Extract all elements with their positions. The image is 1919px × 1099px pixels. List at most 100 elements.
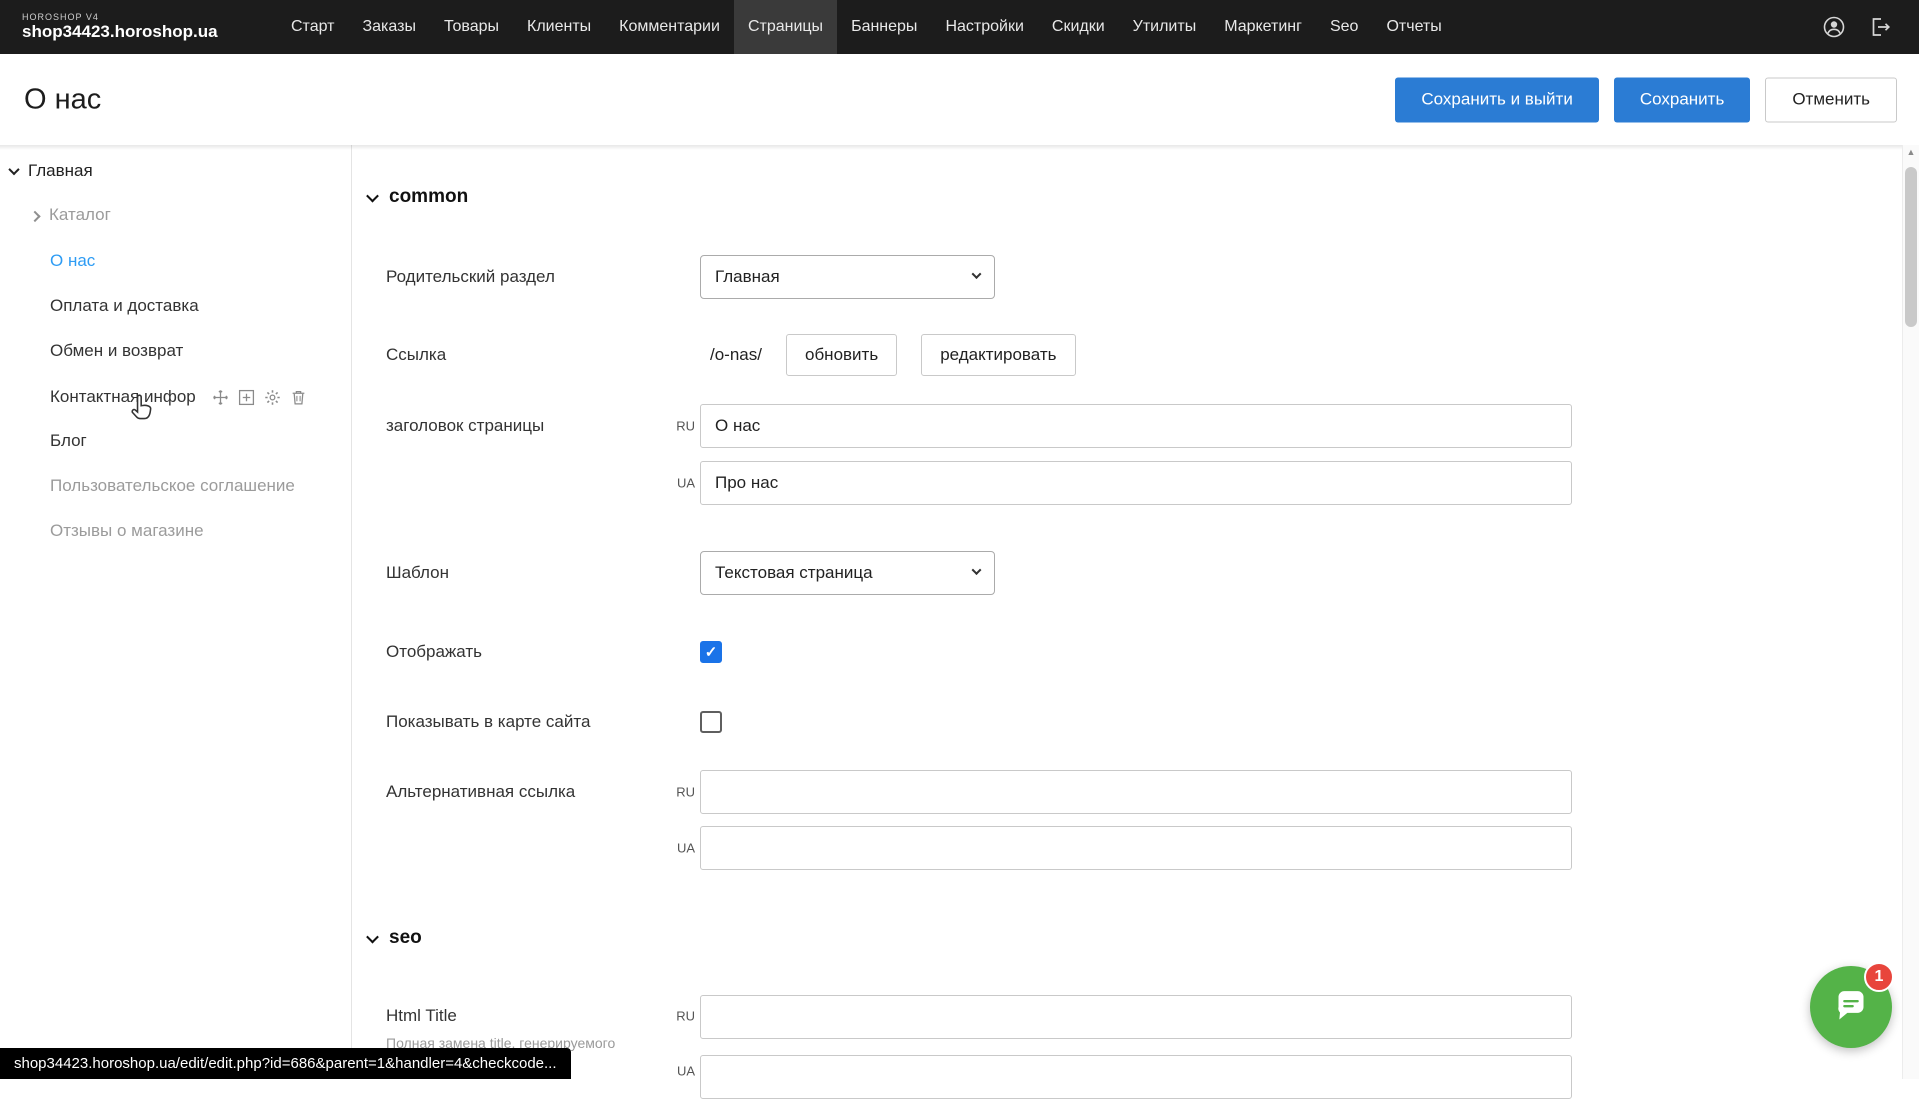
menu-item-pages[interactable]: Страницы	[734, 0, 837, 54]
page-title: О нас	[24, 83, 101, 116]
tree-item-soglashenie[interactable]: Пользовательское соглашение	[50, 476, 295, 496]
tree-item-obmen[interactable]: Обмен и возврат	[50, 341, 183, 361]
header-buttons: Сохранить и выйти Сохранить Отменить	[1395, 77, 1897, 122]
link-row: /o-nas/ обновить редактировать	[710, 334, 1076, 376]
template-select[interactable]: Текстовая страница	[700, 551, 995, 595]
menu-item-settings[interactable]: Настройки	[931, 0, 1037, 54]
topbar: HOROSHOP V4 shop34423.horoshop.ua Старт …	[0, 0, 1919, 54]
page-title-label: заголовок страницы	[386, 416, 544, 436]
page-header: О нас Сохранить и выйти Сохранить Отмени…	[0, 54, 1919, 145]
tree-item-label: О нас	[50, 251, 95, 271]
user-account-icon[interactable]	[1821, 14, 1847, 40]
tree-item-label: Оплата и доставка	[50, 296, 199, 316]
lang-badge-ru: RU	[640, 1009, 695, 1024]
tree-item-actions	[212, 389, 307, 406]
html-title-ru-input[interactable]	[700, 995, 1572, 1039]
scroll-up-icon[interactable]: ▲	[1903, 147, 1919, 157]
menu-item-utilities[interactable]: Утилиты	[1119, 0, 1211, 54]
chevron-down-icon	[972, 565, 982, 575]
menu-item-comments[interactable]: Комментарии	[605, 0, 734, 54]
menu-item-reports[interactable]: Отчеты	[1372, 0, 1455, 54]
menu-item-marketing[interactable]: Маркетинг	[1210, 0, 1316, 54]
display-label: Отображать	[386, 642, 482, 662]
alt-link-label: Альтернативная ссылка	[386, 782, 575, 802]
menu-item-clients[interactable]: Клиенты	[513, 0, 605, 54]
section-common[interactable]: common	[368, 186, 468, 208]
parent-section-label: Родительский раздел	[386, 267, 555, 287]
select-value: Главная	[715, 267, 780, 287]
move-icon[interactable]	[212, 389, 229, 406]
app-logo[interactable]: HOROSHOP V4 shop34423.horoshop.ua	[22, 13, 277, 42]
lang-badge-ua: UA	[640, 841, 695, 856]
chat-widget-button[interactable]: 1	[1810, 966, 1892, 1048]
logout-icon[interactable]	[1867, 14, 1893, 40]
html-title-ua-input[interactable]	[700, 1055, 1572, 1099]
tree-item-otzyvy[interactable]: Отзывы о магазине	[50, 521, 204, 541]
tree-item-label: Пользовательское соглашение	[50, 476, 295, 496]
menu-item-discounts[interactable]: Скидки	[1038, 0, 1119, 54]
link-edit-button[interactable]: редактировать	[921, 334, 1075, 376]
chat-bubble-icon	[1831, 987, 1871, 1027]
trash-icon[interactable]	[290, 389, 307, 406]
link-path-value: /o-nas/	[710, 345, 762, 365]
section-title: common	[389, 186, 468, 208]
section-title: seo	[389, 927, 422, 949]
gear-icon[interactable]	[264, 389, 281, 406]
topbar-right	[1821, 14, 1893, 40]
chat-unread-badge: 1	[1864, 962, 1894, 992]
scrollbar-thumb[interactable]	[1905, 167, 1917, 327]
alt-link-ru-input[interactable]	[700, 770, 1572, 814]
check-icon: ✓	[705, 645, 718, 660]
tree-item-label: Блог	[50, 431, 87, 451]
menu-item-orders[interactable]: Заказы	[348, 0, 429, 54]
vertical-scrollbar: ▲	[1902, 145, 1919, 1079]
lang-badge-ru: RU	[640, 785, 695, 800]
main-menu: Старт Заказы Товары Клиенты Комментарии …	[277, 0, 1456, 54]
sitemap-checkbox[interactable]: ✓	[700, 711, 722, 733]
parent-section-select[interactable]: Главная	[700, 255, 995, 299]
template-label: Шаблон	[386, 563, 449, 583]
page-title-ua-input[interactable]	[700, 461, 1572, 505]
save-button[interactable]: Сохранить	[1614, 77, 1750, 122]
lang-badge-ru: RU	[640, 419, 695, 434]
save-and-exit-button[interactable]: Сохранить и выйти	[1395, 77, 1598, 122]
select-value: Текстовая страница	[715, 563, 873, 583]
sitemap-label: Показывать в карте сайта	[386, 712, 590, 732]
tree-item-oplata[interactable]: Оплата и доставка	[50, 296, 199, 316]
cancel-button[interactable]: Отменить	[1765, 77, 1897, 122]
menu-item-start[interactable]: Старт	[277, 0, 348, 54]
logo-domain: shop34423.horoshop.ua	[22, 23, 277, 42]
lang-badge-ua: UA	[640, 476, 695, 491]
tree-item-kontakty[interactable]: Контактная инфор	[50, 387, 307, 407]
add-page-icon[interactable]	[238, 389, 255, 406]
alt-link-ua-input[interactable]	[700, 826, 1572, 870]
menu-item-products[interactable]: Товары	[430, 0, 513, 54]
tree-item-label: Главная	[28, 161, 93, 181]
tree-item-label: Каталог	[49, 205, 111, 225]
link-label: Ссылка	[386, 345, 446, 365]
html-title-label: Html Title	[386, 1006, 457, 1026]
tree-item-label: Обмен и возврат	[50, 341, 183, 361]
chevron-down-icon	[972, 269, 982, 279]
display-checkbox[interactable]: ✓	[700, 641, 722, 663]
tree-item-glavnaya[interactable]: Главная	[10, 161, 93, 181]
chevron-down-icon	[366, 189, 379, 202]
section-seo[interactable]: seo	[368, 927, 422, 949]
page-title-ru-input[interactable]	[700, 404, 1572, 448]
lang-badge-ua: UA	[640, 1064, 695, 1079]
chevron-down-icon	[366, 930, 379, 943]
tree-item-o-nas[interactable]: О нас	[50, 251, 95, 271]
link-update-button[interactable]: обновить	[786, 334, 897, 376]
header-shadow	[0, 145, 1919, 150]
menu-item-seo[interactable]: Seo	[1316, 0, 1372, 54]
chevron-down-icon	[8, 164, 19, 175]
tree-item-label: Отзывы о магазине	[50, 521, 204, 541]
tree-item-label: Контактная инфор	[50, 387, 196, 407]
tree-item-blog[interactable]: Блог	[50, 431, 87, 451]
menu-item-banners[interactable]: Баннеры	[837, 0, 931, 54]
status-url-bar: shop34423.horoshop.ua/edit/edit.php?id=6…	[0, 1048, 571, 1079]
page-tree-sidebar: Главная Каталог О нас Оплата и доставка …	[0, 145, 352, 1079]
chevron-right-icon	[29, 211, 40, 222]
tree-item-katalog[interactable]: Каталог	[31, 205, 111, 225]
page-edit-form	[353, 145, 1902, 1079]
